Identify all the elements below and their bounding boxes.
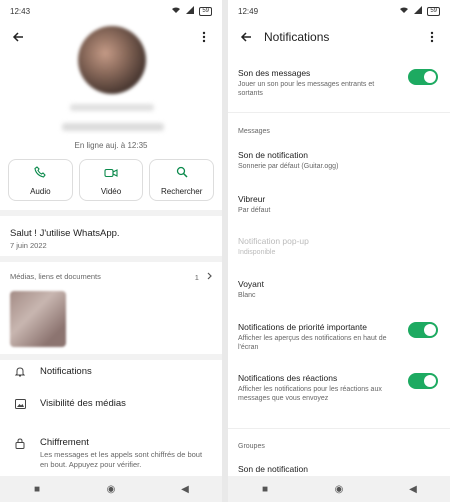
status-time: 12:43 <box>10 6 31 16</box>
light-value: Blanc <box>238 292 256 299</box>
chevron-right-icon <box>207 272 212 282</box>
signal-icon <box>185 6 195 16</box>
more-options-icon[interactable] <box>194 27 214 47</box>
section-groups: Groupes <box>238 443 265 450</box>
wifi-icon <box>171 6 181 16</box>
android-nav-bar: ■ ◉ ◀ <box>228 476 450 502</box>
vibrate-setting[interactable]: Vibreur Par défaut <box>238 194 438 215</box>
popup-value: Indisponible <box>238 249 276 256</box>
media-header[interactable]: Médias, liens et documents 1 <box>10 272 212 282</box>
back-triangle-icon[interactable]: ◀ <box>170 484 200 495</box>
video-call-button[interactable]: Vidéo <box>78 159 144 201</box>
recents-square-icon[interactable]: ■ <box>22 484 52 495</box>
media-visibility-row[interactable]: Visibilité des médias <box>0 398 222 409</box>
battery-icon: 59 <box>199 6 212 16</box>
video-icon <box>104 165 118 183</box>
group-sound-title: Son de notification <box>238 464 308 474</box>
notification-sound-value: Sonnerie par défaut (Guitar.ogg) <box>238 163 339 170</box>
reaction-notifications-setting[interactable]: Notifications des réactions Afficher les… <box>238 373 438 403</box>
contact-phone-redacted <box>62 123 164 131</box>
phone-icon <box>34 165 47 183</box>
search-label: Rechercher <box>161 186 203 196</box>
encryption-title[interactable]: Chiffrement <box>40 437 89 448</box>
about-text[interactable]: Salut ! J'utilise WhatsApp. <box>10 228 120 239</box>
priority-desc: Afficher les aperçus des notifications e… <box>238 335 387 351</box>
popup-title: Notification pop-up <box>238 236 309 246</box>
contact-name-redacted <box>70 104 154 111</box>
light-title: Voyant <box>238 279 264 289</box>
reactions-desc: Afficher les notifications pour les réac… <box>238 386 382 402</box>
audio-call-button[interactable]: Audio <box>8 159 73 201</box>
last-seen: En ligne auj. à 12:35 <box>74 141 148 150</box>
wifi-icon <box>399 6 409 16</box>
back-arrow-icon[interactable] <box>236 27 256 47</box>
signal-icon <box>413 6 423 16</box>
more-options-icon[interactable] <box>422 27 442 47</box>
back-arrow-icon[interactable] <box>8 27 28 47</box>
notifications-settings-screen: 12:49 59 Notifications Son des messages … <box>228 0 450 502</box>
notifications-row[interactable]: Notifications <box>0 366 222 377</box>
bell-icon <box>0 366 40 377</box>
media-count-wrap: 1 <box>195 272 212 282</box>
media-count: 1 <box>194 273 199 282</box>
android-nav-bar: ■ ◉ ◀ <box>0 476 222 502</box>
notification-sound-setting[interactable]: Son de notification Sonnerie par défaut … <box>238 150 438 171</box>
notification-sound-title: Son de notification <box>238 150 308 160</box>
lock-icon <box>15 436 25 454</box>
status-icons: 59 <box>399 6 440 16</box>
status-bar: 12:43 59 <box>0 0 222 22</box>
contact-info-screen: 12:43 59 En ligne auj. à 12:35 Audio Vid… <box>0 0 222 502</box>
media-visibility-label: Visibilité des médias <box>40 398 126 409</box>
light-setting[interactable]: Voyant Blanc <box>238 279 438 300</box>
page-title: Notifications <box>264 30 330 44</box>
action-buttons: Audio Vidéo Rechercher <box>8 159 215 201</box>
vibrate-title: Vibreur <box>238 194 266 204</box>
avatar[interactable] <box>78 26 146 94</box>
notifications-label: Notifications <box>40 366 92 377</box>
status-icons: 59 <box>171 6 212 16</box>
media-title: Médias, liens et documents <box>10 272 101 281</box>
search-button[interactable]: Rechercher <box>149 159 215 201</box>
about-date: 7 juin 2022 <box>10 241 47 250</box>
section-messages: Messages <box>238 128 270 135</box>
divider <box>0 354 222 360</box>
status-bar: 12:49 59 <box>228 0 450 22</box>
home-circle-icon[interactable]: ◉ <box>96 484 126 495</box>
recents-square-icon[interactable]: ■ <box>250 484 280 495</box>
divider <box>228 428 450 429</box>
popup-notification-setting: Notification pop-up Indisponible <box>238 236 438 257</box>
audio-label: Audio <box>30 186 51 196</box>
priority-notifications-setting[interactable]: Notifications de priorité importante Aff… <box>238 322 438 352</box>
message-sound-desc: Jouer un son pour les messages entrants … <box>238 81 375 97</box>
search-icon <box>176 165 188 183</box>
divider <box>228 112 450 113</box>
group-notification-sound-setting[interactable]: Son de notification <box>238 464 438 474</box>
divider <box>0 256 222 262</box>
back-triangle-icon[interactable]: ◀ <box>398 484 428 495</box>
reactions-toggle[interactable] <box>408 373 438 389</box>
priority-toggle[interactable] <box>408 322 438 338</box>
message-sound-toggle[interactable] <box>408 69 438 85</box>
battery-icon: 59 <box>427 6 440 16</box>
divider <box>0 210 222 216</box>
media-thumbnail[interactable] <box>10 291 66 347</box>
video-label: Vidéo <box>100 186 122 196</box>
header: Notifications <box>228 22 450 52</box>
message-sound-setting[interactable]: Son des messages Jouer un son pour les m… <box>238 68 438 98</box>
vibrate-value: Par défaut <box>238 207 271 214</box>
encryption-description: Les messages et les appels sont chiffrés… <box>40 450 203 469</box>
image-icon <box>0 398 40 409</box>
status-time: 12:49 <box>238 6 259 16</box>
home-circle-icon[interactable]: ◉ <box>324 484 354 495</box>
